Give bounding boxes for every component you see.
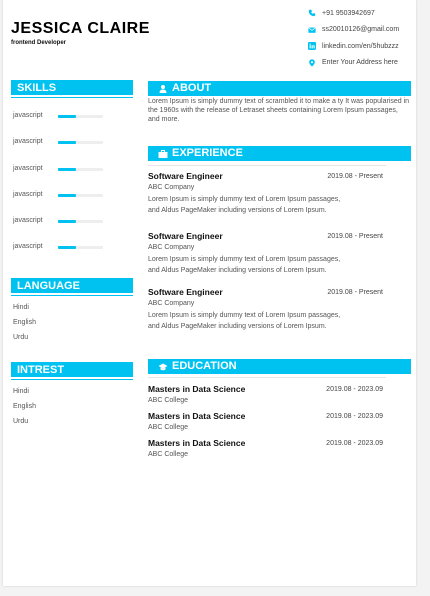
job-description: Lorem Ipsum is simply dummy text of Lore…: [148, 196, 341, 214]
skill-row: javascript: [13, 191, 133, 201]
contact-email[interactable]: ss20010126@gmail.com: [308, 22, 399, 39]
experience-divider: [148, 165, 386, 166]
degree-date: 2019.08 - 2023.09: [326, 386, 383, 393]
job-company: ABC Company: [148, 244, 195, 251]
candidate-name: JESSICA CLAIRE: [11, 20, 150, 37]
resume-page: JESSICA CLAIRE frontend Developer +91 95…: [3, 0, 416, 586]
graduation-cap-icon: [158, 362, 168, 372]
about-heading: ABOUT: [148, 81, 411, 96]
experience-heading: EXPERIENCE: [148, 146, 411, 161]
skill-row: javascript: [13, 112, 133, 122]
skill-label: javascript: [13, 243, 43, 250]
degree-title: Masters in Data Science: [148, 384, 246, 394]
skill-row: javascript: [13, 217, 133, 227]
skill-row: javascript: [13, 243, 133, 253]
interest-item: Hindi: [13, 388, 29, 395]
skill-row: javascript: [13, 138, 133, 148]
job-title: Software Engineer: [148, 287, 223, 297]
skill-label: javascript: [13, 191, 43, 198]
skill-bar-fill: [58, 141, 76, 144]
skill-bar: [58, 220, 103, 223]
skill-bar-fill: [58, 115, 76, 118]
school-name: ABC College: [148, 424, 189, 431]
about-text: Lorem Ipsum is simply dummy text of scra…: [148, 98, 410, 124]
skill-label: javascript: [13, 217, 43, 224]
language-item: English: [13, 319, 36, 326]
education-divider: [148, 377, 386, 378]
contact-address[interactable]: Enter Your Address here: [308, 55, 399, 72]
contact-linkedin[interactable]: linkedin.com/en/5hubzzz: [308, 38, 399, 55]
job-title: Software Engineer: [148, 231, 223, 241]
person-icon: [158, 84, 168, 94]
briefcase-icon: [158, 149, 168, 159]
skill-bar: [58, 246, 103, 249]
skill-label: javascript: [13, 138, 43, 145]
language-heading: LANGUAGE: [11, 278, 133, 294]
degree-date: 2019.08 - 2023.09: [326, 440, 383, 447]
skill-bar-fill: [58, 246, 76, 249]
job-description: Lorem Ipsum is simply dummy text of Lore…: [148, 256, 341, 274]
skill-label: javascript: [13, 112, 43, 119]
email-icon: [308, 26, 316, 34]
contact-phone[interactable]: +91 9503942697: [308, 5, 399, 22]
education-heading-text: EDUCATION: [172, 360, 237, 372]
contact-phone-text: +91 9503942697: [322, 9, 375, 17]
skill-bar: [58, 194, 103, 197]
skill-bar: [58, 141, 103, 144]
contact-email-text: ss20010126@gmail.com: [322, 26, 400, 34]
location-pin-icon: [308, 59, 316, 67]
skill-bar-fill: [58, 194, 76, 197]
experience-heading-text: EXPERIENCE: [172, 147, 243, 159]
job-date: 2019.08 - Present: [327, 233, 383, 240]
interest-heading: INTREST: [11, 362, 133, 378]
job-title: Software Engineer: [148, 171, 223, 181]
skill-bar: [58, 168, 103, 171]
language-item: Urdu: [13, 334, 29, 341]
school-name: ABC College: [148, 451, 189, 458]
contact-block: +91 9503942697 ss20010126@gmail.com link…: [308, 5, 399, 71]
degree-date: 2019.08 - 2023.09: [326, 413, 383, 420]
job-date: 2019.08 - Present: [327, 289, 383, 296]
job-company: ABC Company: [148, 300, 195, 307]
skills-divider: [11, 97, 133, 98]
interest-item: Urdu: [13, 418, 29, 425]
skills-heading: SKILLS: [11, 80, 133, 96]
education-heading: EDUCATION: [148, 359, 411, 374]
skill-row: javascript: [13, 165, 133, 175]
candidate-role: frontend Developer: [11, 40, 67, 46]
language-divider: [11, 295, 133, 296]
job-date: 2019.08 - Present: [327, 173, 383, 180]
language-item: Hindi: [13, 304, 29, 311]
about-heading-text: ABOUT: [172, 82, 212, 94]
contact-address-text: Enter Your Address here: [322, 59, 398, 67]
skill-label: javascript: [13, 165, 43, 172]
skill-bar-fill: [58, 168, 76, 171]
interest-item: English: [13, 403, 36, 410]
skill-bar-fill: [58, 220, 76, 223]
skill-bar: [58, 115, 103, 118]
job-description: Lorem Ipsum is simply dummy text of Lore…: [148, 312, 341, 330]
school-name: ABC College: [148, 397, 189, 404]
degree-title: Masters in Data Science: [148, 438, 246, 448]
contact-linkedin-text: linkedin.com/en/5hubzzz: [322, 42, 399, 50]
degree-title: Masters in Data Science: [148, 411, 246, 421]
job-company: ABC Company: [148, 184, 195, 191]
phone-icon: [308, 9, 316, 17]
interest-divider: [11, 379, 133, 380]
linkedin-icon: [308, 42, 316, 51]
